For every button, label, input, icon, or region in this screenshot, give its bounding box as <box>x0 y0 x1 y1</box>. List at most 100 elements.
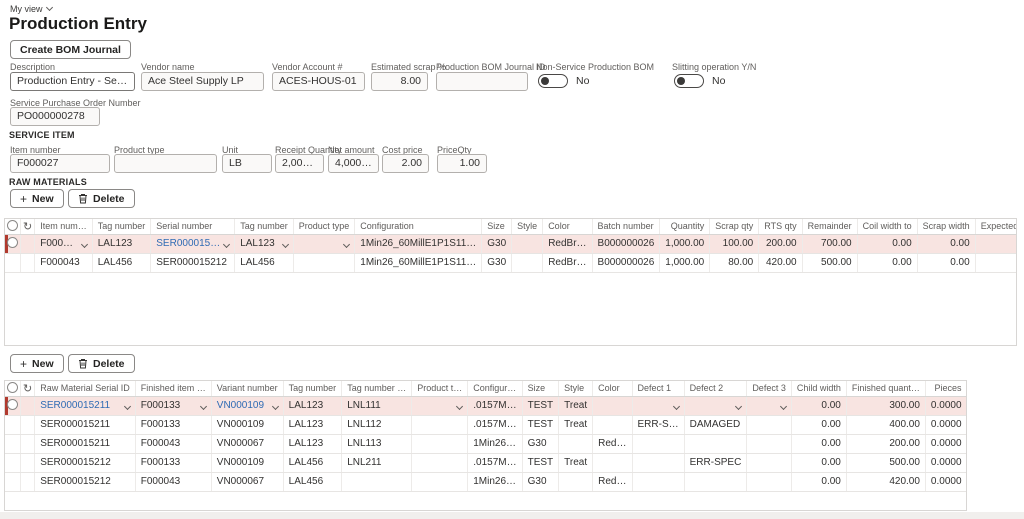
service-po-number-input[interactable]: PO000000278 <box>10 107 100 126</box>
col-header[interactable]: Configuration <box>355 219 482 234</box>
col-header[interactable]: Tag number … <box>342 381 412 396</box>
col-header[interactable]: Raw Material Serial ID <box>35 381 136 396</box>
col-header[interactable]: RTS qty <box>759 219 802 234</box>
non-service-bom-label: Non-Service Production BOM <box>536 62 654 72</box>
col-header[interactable]: Defect 2 <box>684 381 747 396</box>
production-entry-page: My view Production Entry Create BOM Jour… <box>0 0 1024 519</box>
cost-price-input[interactable]: 2.00 <box>382 154 429 173</box>
raw-materials-new-button[interactable]: + New <box>10 189 64 208</box>
col-header[interactable]: Finished item … <box>135 381 211 396</box>
vendor-account-label: Vendor Account # <box>272 62 343 72</box>
production-bom-journal-id-input[interactable] <box>436 72 528 91</box>
col-header[interactable]: Item num… <box>35 219 93 234</box>
row-select-radio[interactable] <box>5 234 21 253</box>
col-header[interactable]: Tag number <box>235 219 294 234</box>
circle-icon <box>7 220 18 231</box>
refresh-button[interactable]: ↻ <box>21 381 35 396</box>
new-button-label: New <box>32 358 54 370</box>
table-row[interactable]: SER000015212 F000043 VN000067 LAL456 1Mi… <box>5 472 967 491</box>
chevron-down-icon[interactable] <box>223 240 230 247</box>
col-header[interactable]: Product type <box>293 219 355 234</box>
chevron-down-icon[interactable] <box>272 402 279 409</box>
col-header[interactable]: Style <box>512 219 543 234</box>
col-header[interactable]: Scrap width <box>917 219 975 234</box>
row-select-radio[interactable] <box>5 396 21 415</box>
refresh-icon: ↻ <box>23 383 32 395</box>
delete-button-label: Delete <box>93 193 125 205</box>
production-bom-journal-id-label: Production BOM Journal ID <box>436 62 546 72</box>
col-header[interactable]: Tag number <box>92 219 151 234</box>
description-label: Description <box>10 62 55 72</box>
view-selector-label: My view <box>10 4 43 14</box>
col-header[interactable]: Configur… <box>468 381 522 396</box>
finished-goods-grid: ↻ Raw Material Serial ID Finished item …… <box>4 380 967 511</box>
col-header[interactable]: Style <box>559 381 593 396</box>
chevron-down-icon[interactable] <box>200 402 207 409</box>
col-header[interactable]: Finished quant… <box>846 381 925 396</box>
vendor-account-input[interactable]: ACES-HOUS-01 <box>272 72 365 91</box>
table-row[interactable]: F000… LAL123 SER000015… LAL123 1Min26_60… <box>5 234 1017 253</box>
col-header[interactable]: Scrap qty <box>710 219 759 234</box>
page-bottom-strip <box>0 512 1024 519</box>
col-header[interactable]: Coil width to <box>857 219 917 234</box>
col-header[interactable]: Size <box>522 381 559 396</box>
estimated-scrap-input[interactable]: 8.00 <box>371 72 428 91</box>
col-header[interactable]: Child width <box>791 381 846 396</box>
raw-materials-delete-button[interactable]: Delete <box>68 189 135 208</box>
col-header[interactable]: Defect 1 <box>632 381 684 396</box>
view-selector[interactable]: My view <box>10 4 52 14</box>
col-header[interactable]: Batch number <box>592 219 660 234</box>
chevron-down-icon[interactable] <box>735 402 742 409</box>
description-input[interactable]: Production Entry - Service PO: P… <box>10 72 135 91</box>
circle-icon <box>7 399 18 410</box>
slitting-operation-toggle[interactable] <box>674 74 704 88</box>
price-qty-input[interactable]: 1.00 <box>437 154 487 173</box>
finished-goods-new-button[interactable]: + New <box>10 354 64 373</box>
vendor-name-input[interactable]: Ace Steel Supply LP <box>141 72 264 91</box>
col-header[interactable]: Product t… <box>412 381 468 396</box>
page-title: Production Entry <box>9 14 147 34</box>
toggle-knob-icon <box>677 77 685 85</box>
table-row[interactable]: SER000015211 F000133 VN000109 LAL123 LNL… <box>5 415 967 434</box>
chevron-down-icon[interactable] <box>81 240 88 247</box>
col-header[interactable]: Expected scrap… <box>975 219 1017 234</box>
receipt-quantity-input[interactable]: 2,000.00 <box>275 154 324 173</box>
unit-input[interactable]: LB <box>222 154 272 173</box>
col-header[interactable]: Size <box>482 219 512 234</box>
net-amount-input[interactable]: 4,000.00 <box>328 154 379 173</box>
trash-icon <box>78 193 88 204</box>
chevron-down-icon[interactable] <box>124 402 131 409</box>
select-all-radio[interactable] <box>5 219 21 234</box>
delete-button-label: Delete <box>93 358 125 370</box>
col-header[interactable]: Quantity <box>660 219 710 234</box>
raw-materials-grid: ↻ Item num… Tag number Serial number Tag… <box>4 218 1017 346</box>
col-header[interactable]: Variant number <box>211 381 283 396</box>
col-header[interactable]: Serial number <box>151 219 235 234</box>
chevron-down-icon[interactable] <box>282 240 289 247</box>
toggle-knob-icon <box>541 77 549 85</box>
chevron-down-icon[interactable] <box>673 402 680 409</box>
table-row[interactable]: SER000015211 F000133 VN000109 LAL123 LNL… <box>5 396 967 415</box>
table-row[interactable]: SER000015211 F000043 VN000067 LAL123 LNL… <box>5 434 967 453</box>
chevron-down-icon[interactable] <box>780 402 787 409</box>
table-row[interactable]: SER000015212 F000133 VN000109 LAL456 LNL… <box>5 453 967 472</box>
item-number-input[interactable]: F000027 <box>10 154 110 173</box>
col-header[interactable]: Tag number <box>283 381 342 396</box>
slitting-operation-label: Slitting operation Y/N <box>672 62 756 72</box>
select-all-radio[interactable] <box>5 381 21 396</box>
create-bom-journal-button[interactable]: Create BOM Journal <box>10 40 131 59</box>
col-header[interactable]: Color <box>543 219 592 234</box>
col-header[interactable]: Remainder <box>802 219 857 234</box>
chevron-down-icon[interactable] <box>343 240 350 247</box>
table-row[interactable]: F000043 LAL456 SER000015212 LAL456 1Min2… <box>5 253 1017 272</box>
col-header[interactable]: Defect 3 <box>747 381 792 396</box>
col-header[interactable]: Color <box>593 381 632 396</box>
refresh-button[interactable]: ↻ <box>21 219 35 234</box>
plus-icon: + <box>20 192 27 206</box>
col-header[interactable]: Pieces <box>925 381 967 396</box>
non-service-bom-toggle[interactable] <box>538 74 568 88</box>
finished-goods-delete-button[interactable]: Delete <box>68 354 135 373</box>
product-type-input[interactable] <box>114 154 217 173</box>
estimated-scrap-label: Estimated scrap % <box>371 62 446 72</box>
chevron-down-icon[interactable] <box>456 402 463 409</box>
